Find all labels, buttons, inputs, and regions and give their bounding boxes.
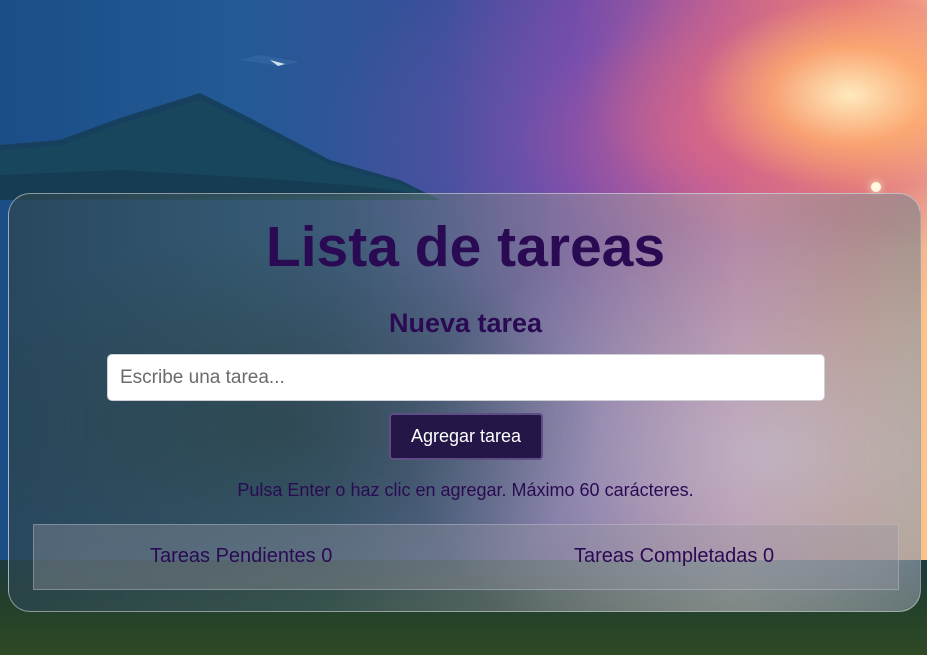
completed-tasks-count: 0 bbox=[763, 545, 775, 567]
task-stats-bar: Tareas Pendientes 0 Tareas Completadas 0 bbox=[33, 524, 899, 590]
pending-tasks-count: 0 bbox=[321, 545, 333, 567]
completed-tasks-stat: Tareas Completadas 0 bbox=[574, 545, 774, 568]
page-background: Lista de tareas Nueva tarea Agregar tare… bbox=[0, 0, 927, 655]
input-hint: Pulsa Enter o haz clic en agregar. Máxim… bbox=[237, 480, 694, 500]
pending-tasks-stat: Tareas Pendientes 0 bbox=[150, 545, 332, 568]
sun-glow bbox=[871, 182, 881, 192]
new-task-heading: Nueva tarea bbox=[388, 308, 543, 338]
pending-tasks-label: Tareas Pendientes bbox=[150, 545, 316, 567]
task-input[interactable] bbox=[107, 354, 825, 401]
completed-tasks-label: Tareas Completadas bbox=[574, 545, 758, 567]
page-title: Lista de tareas bbox=[265, 215, 666, 279]
todo-card: Lista de tareas Nueva tarea Agregar tare… bbox=[8, 193, 921, 612]
add-task-button[interactable]: Agregar tarea bbox=[389, 413, 543, 460]
